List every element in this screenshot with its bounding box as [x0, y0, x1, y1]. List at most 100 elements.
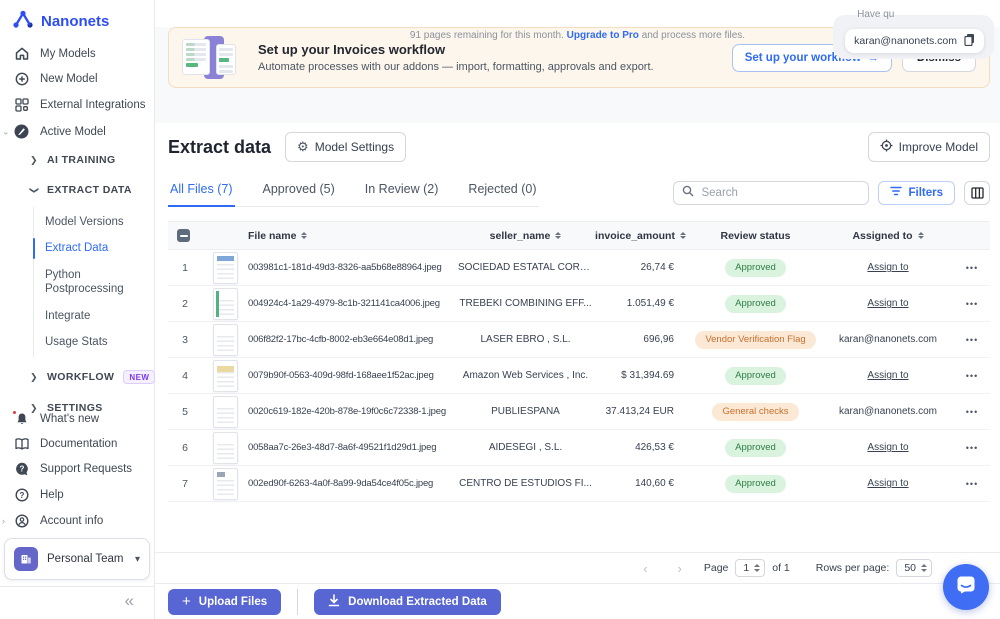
improve-model-button[interactable]: Improve Model — [868, 132, 990, 162]
file-name[interactable]: 0020c619-182e-420b-878e-19f0c6c72338-1.j… — [248, 406, 458, 417]
assign-to-link[interactable]: Assign to — [867, 262, 908, 273]
building-icon — [14, 547, 38, 571]
page-label: Page — [704, 562, 729, 574]
invoice-amount: 696,96 — [593, 334, 688, 345]
file-thumbnail[interactable] — [213, 324, 238, 356]
columns-icon[interactable] — [964, 181, 990, 205]
stepper-icon[interactable] — [921, 564, 927, 572]
sidebar-item-whats-new[interactable]: What's new — [0, 406, 154, 432]
stepper-icon[interactable] — [754, 564, 760, 572]
sidebar-section-extract-data[interactable]: ❯ EXTRACT DATA — [0, 175, 154, 205]
sidebar-item-label: Support Requests — [40, 463, 132, 475]
assign-to-link[interactable]: Assign to — [867, 370, 908, 381]
team-switcher[interactable]: Personal Team ▾ — [4, 538, 150, 580]
row-menu-button[interactable]: ••• — [966, 407, 978, 417]
tab-rejected[interactable]: Rejected (0) — [466, 178, 538, 207]
assign-to-link[interactable]: Assign to — [867, 298, 908, 309]
table-row[interactable]: 6 0058aa7c-26e3-48d7-8a6f-49521f1d29d1.j… — [168, 430, 990, 466]
file-name[interactable]: 004924c4-1a29-4979-8c1b-321141ca4006.jpe… — [248, 298, 458, 309]
column-header-assigned-to[interactable]: Assigned to — [823, 230, 953, 242]
column-header-seller-name[interactable]: seller_name — [458, 230, 593, 242]
seller-name: Amazon Web Services , Inc. — [458, 370, 593, 381]
next-page-button[interactable]: › — [670, 561, 690, 576]
status-badge: Vendor Verification Flag — [695, 331, 815, 349]
sidebar-item-help[interactable]: ? Help — [0, 482, 154, 508]
file-thumbnail[interactable] — [213, 396, 238, 428]
table-row[interactable]: 7 002ed90f-6263-4a0f-8a99-9da54ce4f05c.j… — [168, 466, 990, 502]
select-all-checkbox[interactable] — [177, 229, 190, 242]
sidebar-item-external-integrations[interactable]: External Integrations — [0, 92, 154, 118]
sidebar-item-label: New Model — [40, 73, 98, 85]
collapse-sidebar-button[interactable]: « — [125, 591, 134, 610]
sidebar-item-active-model[interactable]: ⌄ Active Model — [0, 118, 154, 145]
tooltip-clipped-text: Have qu — [857, 9, 894, 20]
status-badge: Approved — [725, 475, 786, 493]
upgrade-to-pro-link[interactable]: Upgrade to Pro — [567, 30, 639, 41]
sidebar-item-extract-data[interactable]: Extract Data — [34, 235, 154, 261]
file-thumbnail[interactable] — [213, 288, 238, 320]
filters-button[interactable]: Filters — [878, 181, 955, 205]
upload-files-button[interactable]: + Upload Files — [168, 589, 281, 615]
table-row[interactable]: 1 003981c1-181d-49d3-8326-aa5b68e88964.j… — [168, 250, 990, 286]
sidebar-item-new-model[interactable]: New Model — [0, 66, 154, 92]
chat-widget-button[interactable] — [943, 564, 989, 610]
sidebar-item-my-models[interactable]: My Models — [0, 41, 154, 66]
row-menu-button[interactable]: ••• — [966, 371, 978, 381]
main-top-region: 91 pages remaining for this month. Upgra… — [155, 27, 1000, 123]
file-thumbnail[interactable] — [213, 468, 238, 500]
rows-per-page-select[interactable]: 50 — [896, 559, 932, 577]
banner-copy: Set up your Invoices workflow Automate p… — [258, 42, 654, 73]
section-label: AI TRAINING — [47, 154, 116, 166]
file-name[interactable]: 0079b90f-0563-409d-98fd-168aee1f52ac.jpe… — [248, 370, 458, 381]
sidebar-section-ai-training[interactable]: ❯ AI TRAINING — [0, 145, 154, 175]
tab-approved[interactable]: Approved (5) — [261, 178, 337, 207]
sidebar-item-label: External Integrations — [40, 99, 145, 111]
page-number-input[interactable]: 1 — [735, 559, 765, 577]
download-extracted-data-button[interactable]: Download Extracted Data — [314, 589, 501, 615]
row-menu-button[interactable]: ••• — [966, 263, 978, 273]
row-menu-button[interactable]: ••• — [966, 335, 978, 345]
row-menu-button[interactable]: ••• — [966, 443, 978, 453]
tab-in-review[interactable]: In Review (2) — [363, 178, 441, 207]
file-name[interactable]: 003981c1-181d-49d3-8326-aa5b68e88964.jpe… — [248, 262, 458, 273]
column-header-invoice-amount[interactable]: invoice_amount — [593, 230, 688, 242]
search-box — [673, 181, 869, 205]
row-menu-button[interactable]: ••• — [966, 479, 978, 489]
file-thumbnail[interactable] — [213, 432, 238, 464]
file-name[interactable]: 006f82f2-17bc-4cfb-8002-eb3e664e08d1.jpe… — [248, 334, 458, 345]
table-row[interactable]: 5 0020c619-182e-420b-878e-19f0c6c72338-1… — [168, 394, 990, 430]
sidebar-item-label: Active Model — [40, 126, 106, 138]
file-name[interactable]: 0058aa7c-26e3-48d7-8a6f-49521f1d29d1.jpe… — [248, 442, 458, 453]
assign-to-link[interactable]: Assign to — [867, 478, 908, 489]
invoice-amount: 1.051,49 € — [593, 298, 688, 309]
copy-icon[interactable] — [964, 33, 975, 49]
row-menu-button[interactable]: ••• — [966, 299, 978, 309]
sidebar-item-support-requests[interactable]: ? Support Requests — [0, 456, 154, 482]
search-input[interactable] — [701, 187, 860, 199]
model-settings-button[interactable]: ⚙ Model Settings — [285, 132, 406, 162]
book-icon — [14, 438, 29, 450]
user-email: karan@nanonets.com — [854, 35, 957, 47]
table-row[interactable]: 3 006f82f2-17bc-4cfb-8002-eb3e664e08d1.j… — [168, 322, 990, 358]
sidebar-item-integrate[interactable]: Integrate — [34, 303, 154, 329]
sidebar-item-usage-stats[interactable]: Usage Stats — [34, 329, 154, 355]
column-header-file-name[interactable]: File name — [248, 230, 458, 242]
file-thumbnail[interactable] — [213, 360, 238, 392]
file-thumbnail[interactable] — [213, 252, 238, 284]
file-name[interactable]: 002ed90f-6263-4a0f-8a99-9da54ce4f05c.jpe… — [248, 478, 458, 489]
app-root: { "brand": { "name": "Nanonets" }, "topb… — [0, 0, 1000, 619]
sidebar-item-documentation[interactable]: Documentation — [0, 432, 154, 456]
sidebar-item-model-versions[interactable]: Model Versions — [34, 209, 154, 235]
chevron-right-icon: › — [2, 516, 5, 526]
previous-page-button[interactable]: ‹ — [635, 561, 655, 576]
table-row[interactable]: 2 004924c4-1a29-4979-8c1b-321141ca4006.j… — [168, 286, 990, 322]
tab-all-files[interactable]: All Files (7) — [168, 178, 235, 207]
invoice-amount: $ 31,394.69 — [593, 370, 688, 381]
table-row[interactable]: 4 0079b90f-0563-409d-98fd-168aee1f52ac.j… — [168, 358, 990, 394]
row-number: 2 — [168, 298, 202, 310]
assign-to-link[interactable]: Assign to — [867, 442, 908, 453]
brand-logo[interactable]: Nanonets — [0, 0, 154, 41]
sidebar-section-workflow[interactable]: ❯ WORKFLOW NEW — [0, 361, 154, 393]
sidebar-item-account-info[interactable]: › Account info — [0, 508, 154, 534]
sidebar-item-python-postprocessing[interactable]: Python Postprocessing — [34, 262, 126, 303]
